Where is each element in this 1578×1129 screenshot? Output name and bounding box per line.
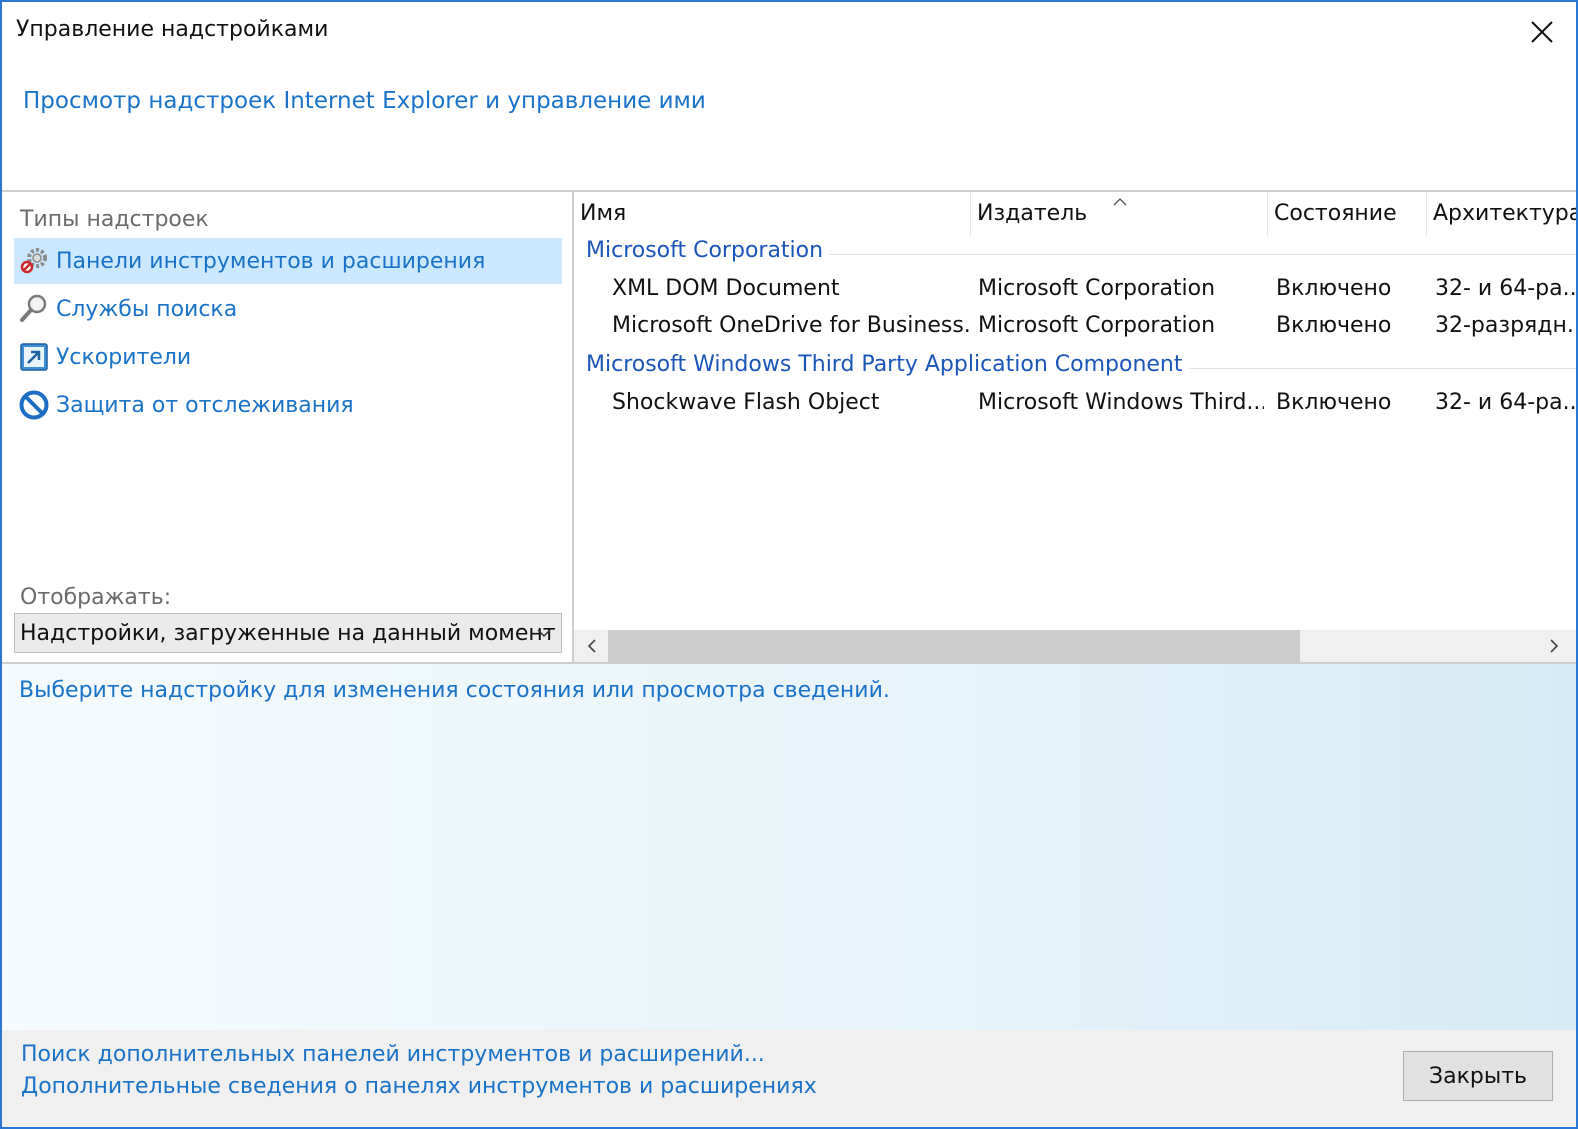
show-caption: Отображать: <box>20 585 172 610</box>
cell-publisher: Microsoft Corporation <box>978 276 1216 301</box>
type-item-accelerators[interactable]: Ускорители <box>14 334 562 380</box>
cell-publisher: Microsoft Corporation <box>978 313 1216 338</box>
find-more-addons-link[interactable]: Поиск дополнительных панелей инструменто… <box>21 1042 765 1067</box>
title-bar: Управление надстройками <box>2 2 1576 62</box>
window-title: Управление надстройками <box>16 17 329 42</box>
scrollbar-thumb[interactable] <box>608 630 1300 662</box>
type-item-tracking-protection-label: Защита от отслеживания <box>56 392 354 418</box>
table-row[interactable]: Shockwave Flash Object Microsoft Windows… <box>574 386 1578 422</box>
table-row[interactable]: XML DOM Document Microsoft Corporation В… <box>574 272 1578 308</box>
addons-list: Имя Издатель Состояние Архитектура Micro… <box>574 192 1578 662</box>
cell-architecture: 32- и 64-ра... <box>1435 390 1578 415</box>
view-manage-addons-link[interactable]: Просмотр надстроек Internet Explorer и у… <box>23 88 706 114</box>
close-button[interactable]: Закрыть <box>1403 1051 1553 1101</box>
close-window-icon[interactable] <box>1522 12 1562 52</box>
accelerator-icon <box>18 341 50 373</box>
show-filter-dropdown[interactable]: Надстройки, загруженные на данный момент <box>14 613 562 653</box>
cell-publisher: Microsoft Windows Third... <box>978 390 1264 415</box>
cell-name: Microsoft OneDrive for Business... <box>612 313 970 338</box>
horizontal-scrollbar[interactable] <box>574 630 1576 662</box>
addon-types-pane: Типы надстроек Панели инструментов и рас… <box>2 192 572 662</box>
group-label: Microsoft Corporation <box>586 238 830 263</box>
cell-name: XML DOM Document <box>612 276 840 301</box>
type-item-toolbars-label: Панели инструментов и расширения <box>56 248 486 274</box>
cell-status: Включено <box>1276 313 1392 338</box>
column-header-status[interactable]: Состояние <box>1268 192 1426 236</box>
chevron-right-icon[interactable] <box>1542 634 1566 658</box>
cell-architecture: 32- и 64-ра... <box>1435 276 1578 301</box>
type-item-search-providers-label: Службы поиска <box>56 296 238 322</box>
magnifier-icon <box>18 293 50 325</box>
details-panel: Выберите надстройку для изменения состоя… <box>2 664 1576 1030</box>
table-row[interactable]: Microsoft OneDrive for Business... Micro… <box>574 309 1578 345</box>
sort-ascending-icon <box>1112 192 1128 206</box>
cell-name: Shockwave Flash Object <box>612 390 880 415</box>
type-item-toolbars[interactable]: Панели инструментов и расширения <box>14 238 562 284</box>
gear-icon <box>18 245 50 277</box>
group-header: Microsoft Corporation <box>574 236 1576 270</box>
cell-status: Включено <box>1276 390 1392 415</box>
manage-addons-window: Управление надстройками Просмотр надстро… <box>0 0 1578 1129</box>
prohibited-icon <box>18 389 50 421</box>
type-item-accelerators-label: Ускорители <box>56 344 192 370</box>
column-header-architecture[interactable]: Архитектура <box>1427 192 1576 236</box>
chevron-left-icon[interactable] <box>580 634 604 658</box>
cell-status: Включено <box>1276 276 1392 301</box>
learn-more-addons-link[interactable]: Дополнительные сведения о панелях инстру… <box>21 1074 817 1099</box>
group-label: Microsoft Windows Third Party Applicatio… <box>586 352 1189 377</box>
show-filter-value: Надстройки, загруженные на данный момент <box>20 621 556 646</box>
footer: Поиск дополнительных панелей инструменто… <box>2 1030 1576 1127</box>
group-header: Microsoft Windows Third Party Applicatio… <box>574 350 1576 384</box>
chevron-down-icon <box>535 624 553 642</box>
type-item-search-providers[interactable]: Службы поиска <box>14 286 562 332</box>
addon-types-caption: Типы надстроек <box>20 207 209 232</box>
cell-architecture: 32-разрядн... <box>1435 313 1578 338</box>
type-item-tracking-protection[interactable]: Защита от отслеживания <box>14 382 562 428</box>
column-header-name[interactable]: Имя <box>574 192 970 236</box>
details-hint: Выберите надстройку для изменения состоя… <box>19 678 890 703</box>
